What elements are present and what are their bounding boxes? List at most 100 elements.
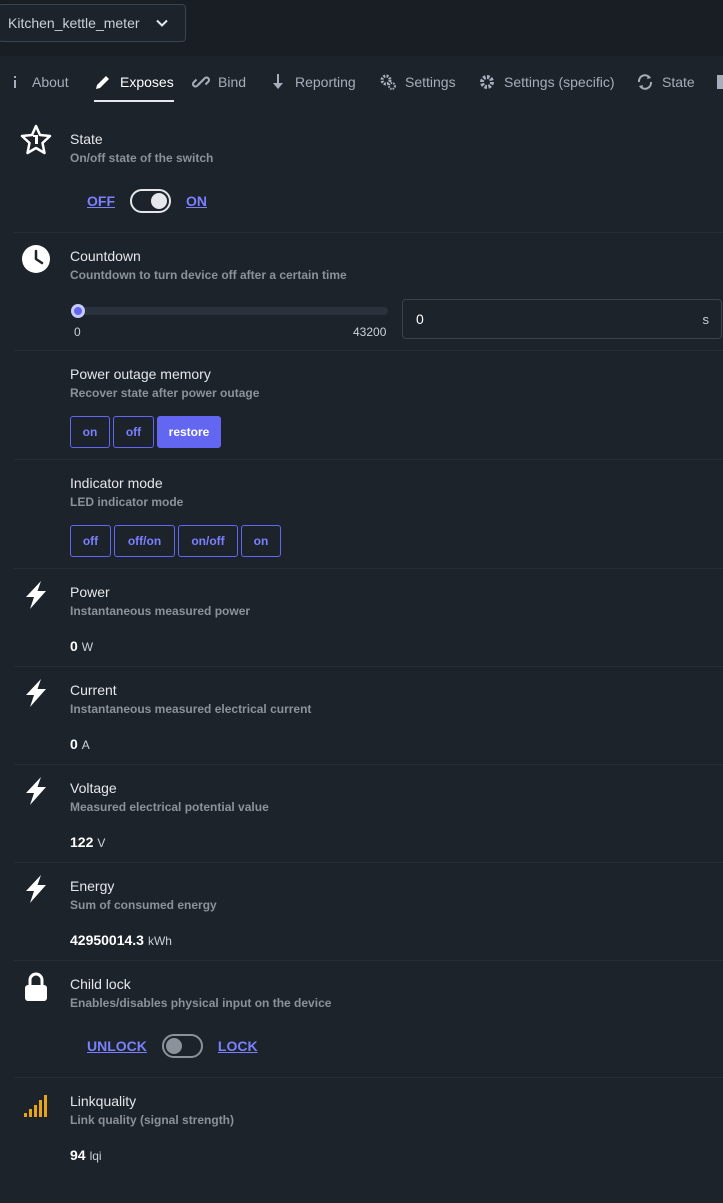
- expose-title: Current: [70, 682, 117, 698]
- unit-label: lqi: [89, 1149, 102, 1163]
- tab-reporting[interactable]: Reporting: [269, 62, 356, 102]
- expose-title: Power outage memory: [70, 366, 211, 382]
- expose-description: Enables/disables physical input on the d…: [70, 996, 332, 1010]
- device-select-value: Kitchen_kettle_meter: [8, 15, 140, 31]
- indicator-on-button[interactable]: on: [241, 525, 281, 557]
- unit-label: V: [97, 836, 106, 850]
- clock-icon: [20, 243, 52, 275]
- expose-indicator-mode: Indicator mode LED indicator mode off of…: [14, 460, 723, 569]
- slider-max-label: 43200: [353, 325, 387, 339]
- expose-title: Power: [70, 584, 110, 600]
- expose-title: Child lock: [70, 976, 131, 992]
- tab-label: Settings: [405, 74, 456, 90]
- tab-bind[interactable]: Bind: [192, 62, 246, 102]
- expose-description: Instantaneous measured power: [70, 604, 251, 618]
- link-icon: [192, 73, 210, 91]
- countdown-input-value: 0: [416, 311, 424, 327]
- tab-about[interactable]: About: [6, 62, 69, 102]
- chevron-down-icon: [156, 19, 168, 27]
- expose-description: Countdown to turn device off after a cer…: [70, 268, 347, 282]
- power-outage-restore-button[interactable]: restore: [157, 416, 221, 448]
- tab-exposes[interactable]: Exposes: [94, 62, 174, 102]
- expose-title: Indicator mode: [70, 475, 163, 491]
- state-switch[interactable]: [130, 189, 171, 213]
- voltage-value: 122 V: [70, 834, 106, 850]
- device-select[interactable]: Kitchen_kettle_meter: [0, 4, 186, 42]
- expose-state: State On/off state of the switch OFF ON: [14, 118, 723, 233]
- download-arrow-icon: [269, 73, 287, 91]
- switch-knob: [165, 1038, 182, 1054]
- expose-power: Power Instantaneous measured power 0W: [14, 569, 723, 667]
- expose-title: Linkquality: [70, 1093, 137, 1109]
- countdown-input[interactable]: 0 s: [402, 299, 722, 339]
- cogs-icon: [379, 73, 397, 91]
- unit-label: A: [81, 738, 90, 752]
- current-value: 0A: [70, 736, 90, 752]
- indicator-on-off-button[interactable]: on/off: [178, 525, 238, 557]
- child-lock-lock-link[interactable]: LOCK: [218, 1038, 258, 1054]
- indicator-off-on-button[interactable]: off/on: [114, 525, 175, 557]
- expose-description: Sum of consumed energy: [70, 898, 217, 912]
- slider-min-label: 0: [74, 325, 81, 339]
- tab-label: Exposes: [120, 74, 174, 90]
- tab-label: State: [662, 74, 695, 90]
- unit-label: kWh: [147, 934, 172, 948]
- power-outage-on-button[interactable]: on: [70, 416, 110, 448]
- indicator-off-button[interactable]: off: [70, 525, 111, 557]
- info-icon: [6, 73, 24, 91]
- tab-label: Reporting: [295, 74, 356, 90]
- expose-current: Current Instantaneous measured electrica…: [14, 667, 723, 765]
- signal-bars-icon: [20, 1090, 52, 1122]
- state-toggle-group: OFF ON: [87, 189, 207, 213]
- expose-power-outage-memory: Power outage memory Recover state after …: [14, 351, 723, 460]
- unit-label: W: [81, 640, 94, 654]
- power-outage-off-button[interactable]: off: [113, 416, 154, 448]
- switch-knob: [151, 193, 167, 209]
- child-lock-unlock-link[interactable]: UNLOCK: [87, 1038, 147, 1054]
- expose-countdown: Countdown Countdown to turn device off a…: [14, 233, 723, 351]
- star-icon: [20, 124, 52, 156]
- tab-settings[interactable]: Settings: [379, 62, 456, 102]
- tab-label: Bind: [218, 74, 247, 90]
- expose-title: Voltage: [70, 780, 117, 796]
- tab-settings-specific[interactable]: Settings (specific): [478, 62, 614, 102]
- tab-label: About: [32, 74, 69, 90]
- child-lock-toggle-group: UNLOCK LOCK: [87, 1034, 258, 1058]
- tab-state[interactable]: State: [636, 62, 695, 102]
- state-on-link[interactable]: ON: [186, 193, 207, 209]
- countdown-slider[interactable]: [78, 307, 388, 315]
- lightning-icon: [20, 579, 52, 611]
- tab-overflow[interactable]: [717, 62, 723, 102]
- lock-icon: [20, 971, 52, 1003]
- lightning-icon: [20, 775, 52, 807]
- pencil-icon: [94, 73, 112, 91]
- device-tabs: About Exposes Bind Reporting Settings Se…: [0, 62, 723, 106]
- lightning-icon: [20, 873, 52, 905]
- expose-child-lock: Child lock Enables/disables physical inp…: [14, 961, 723, 1078]
- expose-description: Measured electrical potential value: [70, 800, 269, 814]
- linkquality-value: 94 lqi: [70, 1147, 102, 1163]
- top-bar: Kitchen_kettle_meter: [0, 0, 723, 56]
- expose-linkquality: Linkquality Link quality (signal strengt…: [14, 1078, 723, 1178]
- refresh-icon: [636, 73, 654, 91]
- countdown-slider-thumb[interactable]: [71, 304, 85, 318]
- countdown-unit: s: [702, 312, 710, 327]
- state-off-link[interactable]: OFF: [87, 193, 115, 209]
- lightning-icon: [20, 677, 52, 709]
- expose-description: On/off state of the switch: [70, 151, 214, 165]
- overflow-tab-icon: [717, 75, 723, 89]
- expose-energy: Energy Sum of consumed energy 42950014.3…: [14, 863, 723, 961]
- expose-title: Energy: [70, 878, 115, 894]
- expose-description: LED indicator mode: [70, 495, 184, 509]
- energy-value: 42950014.3 kWh: [70, 932, 172, 948]
- expose-title: State: [70, 131, 103, 147]
- power-value: 0W: [70, 638, 94, 654]
- child-lock-switch[interactable]: [161, 1034, 203, 1058]
- expose-description: Recover state after power outage: [70, 386, 260, 400]
- expose-description: Instantaneous measured electrical curren…: [70, 702, 312, 716]
- expose-description: Link quality (signal strength): [70, 1113, 235, 1127]
- expose-title: Countdown: [70, 248, 141, 264]
- tab-label: Settings (specific): [504, 74, 615, 90]
- gear-icon: [478, 73, 496, 91]
- expose-voltage: Voltage Measured electrical potential va…: [14, 765, 723, 863]
